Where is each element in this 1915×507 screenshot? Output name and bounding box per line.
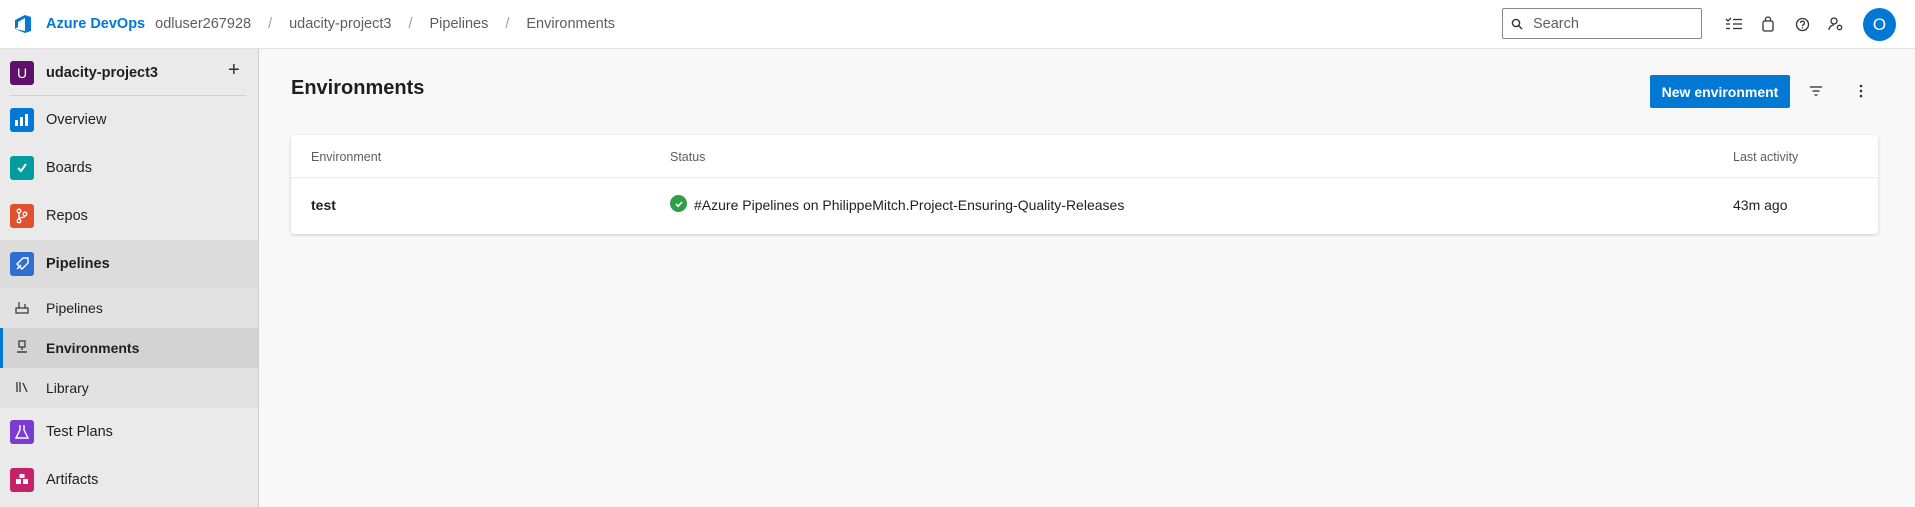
brand-link[interactable]: Azure DevOps — [46, 16, 145, 32]
search-icon — [1511, 18, 1523, 29]
library-icon — [14, 380, 30, 397]
column-header-status[interactable]: Status — [670, 150, 705, 164]
top-bar: Azure DevOps odluser267928 / udacity-pro… — [0, 0, 1915, 49]
breadcrumb-environments[interactable]: Environments — [526, 16, 615, 32]
boards-icon — [10, 156, 34, 180]
more-options-icon[interactable] — [1851, 80, 1871, 102]
new-environment-button[interactable]: New environment — [1650, 75, 1790, 108]
sidebar-item-label: Pipelines — [46, 256, 110, 272]
sidebar-subitem-label: Environments — [46, 340, 140, 356]
sidebar-item-label: Artifacts — [46, 472, 99, 488]
pipelines-icon — [10, 252, 34, 276]
avatar[interactable]: O — [1863, 8, 1896, 41]
search-input[interactable]: Search — [1502, 8, 1702, 39]
sidebar-subitem-environments[interactable]: Environments — [0, 328, 258, 368]
breadcrumb-project[interactable]: udacity-project3 — [289, 16, 391, 32]
sidebar: U udacity-project3 + Overview Boards Rep… — [0, 49, 259, 507]
work-items-icon[interactable] — [1724, 12, 1744, 36]
last-activity-text: 43m ago — [1733, 197, 1788, 213]
repos-icon — [10, 204, 34, 228]
test-plans-icon — [10, 420, 34, 444]
breadcrumb-separator: / — [408, 16, 413, 32]
sidebar-item-label: Repos — [46, 208, 88, 224]
page-title: Environments — [291, 77, 425, 99]
artifacts-icon — [10, 468, 34, 492]
table-header: Environment Status Last activity — [291, 135, 1878, 178]
add-icon[interactable]: + — [228, 59, 240, 82]
project-header[interactable]: U udacity-project3 + — [0, 49, 258, 96]
sidebar-item-repos[interactable]: Repos — [0, 192, 258, 240]
azure-devops-logo-icon[interactable] — [10, 11, 36, 37]
column-header-environment[interactable]: Environment — [311, 150, 381, 164]
overview-icon — [10, 108, 34, 132]
table-row[interactable]: test #Azure Pipelines on PhilippeMitch.P… — [291, 178, 1878, 234]
help-icon[interactable] — [1792, 12, 1812, 36]
column-header-last-activity[interactable]: Last activity — [1733, 150, 1798, 164]
user-settings-icon[interactable] — [1826, 12, 1846, 36]
sidebar-item-label: Boards — [46, 160, 92, 176]
sidebar-item-test-plans[interactable]: Test Plans — [0, 408, 258, 456]
sidebar-item-label: Test Plans — [46, 424, 113, 440]
filter-icon[interactable] — [1806, 80, 1826, 102]
sidebar-subitem-label: Pipelines — [46, 300, 103, 316]
breadcrumb-separator: / — [268, 16, 273, 32]
sidebar-item-artifacts[interactable]: Artifacts — [0, 456, 258, 504]
environments-icon — [14, 339, 30, 357]
pipelines-sub-icon — [14, 300, 30, 317]
sidebar-item-overview[interactable]: Overview — [0, 96, 258, 144]
breadcrumb-organization[interactable]: odluser267928 — [155, 16, 251, 32]
breadcrumb-pipelines[interactable]: Pipelines — [430, 16, 489, 32]
status-text: #Azure Pipelines on PhilippeMitch.Projec… — [694, 197, 1125, 213]
project-name[interactable]: udacity-project3 — [46, 65, 158, 81]
sidebar-item-boards[interactable]: Boards — [0, 144, 258, 192]
sidebar-subitem-library[interactable]: Library — [0, 368, 258, 408]
marketplace-bag-icon[interactable] — [1758, 12, 1778, 36]
search-placeholder: Search — [1533, 15, 1579, 32]
sidebar-subitem-label: Library — [46, 380, 89, 396]
sidebar-item-pipelines[interactable]: Pipelines — [0, 240, 258, 288]
success-check-icon — [670, 195, 687, 212]
project-badge: U — [10, 60, 34, 85]
sidebar-subitem-pipelines[interactable]: Pipelines — [0, 288, 258, 328]
environment-name-link[interactable]: test — [311, 197, 336, 213]
sidebar-item-label: Overview — [46, 112, 107, 128]
environments-table: Environment Status Last activity test #A… — [291, 135, 1878, 234]
breadcrumb-separator: / — [505, 16, 510, 32]
